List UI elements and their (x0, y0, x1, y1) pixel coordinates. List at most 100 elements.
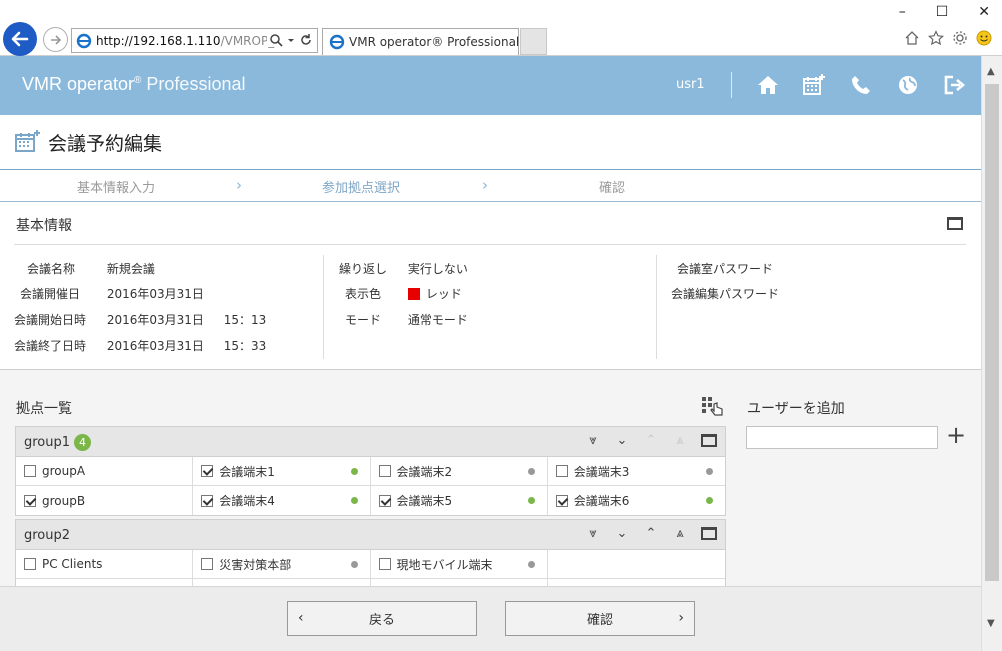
site-cell[interactable]: 現地モバイル端末 (371, 550, 548, 578)
browser-tab[interactable]: VMR operator® Professional × (322, 28, 530, 55)
site-cell[interactable]: 会議端末4 (193, 486, 371, 515)
checkbox[interactable] (555, 494, 568, 507)
chevron-down-icon[interactable]: ⌄ (613, 526, 631, 541)
checkbox[interactable] (201, 494, 214, 507)
smiley-icon[interactable] (976, 30, 992, 46)
site-cell[interactable]: PC Clients (16, 550, 194, 578)
globe-icon (899, 76, 917, 94)
ie-logo-icon (329, 34, 345, 50)
new-tab-button[interactable] (520, 28, 547, 55)
group-row: PC Clients 災害対策本部 現地モバイル端末 (16, 550, 725, 579)
call-button[interactable] (846, 70, 876, 100)
app-brand: VMR operator® Professional (22, 74, 245, 95)
browser-forward-button[interactable] (43, 27, 68, 52)
basic-info-panel: 基本情報 会議名称 新規会議 会議開催日 2016年03月31日 会議開始日時 … (0, 203, 981, 370)
status-dot (527, 561, 535, 568)
group-header[interactable]: group1 4 ⩔ ⌄ ⌃ ⩓ (16, 427, 725, 457)
vertical-scrollbar[interactable]: ▲ ▼ (981, 56, 1002, 651)
grid-select-icon[interactable] (701, 396, 723, 416)
step-chevron-icon: › (482, 176, 488, 194)
checkbox[interactable] (201, 465, 214, 477)
minimize-button[interactable]: – (899, 4, 906, 20)
status-dot (350, 561, 358, 568)
expand-all-icon[interactable]: ⩔ (584, 433, 602, 448)
basic-info-title: 基本情報 (16, 218, 72, 234)
browser-toolbar-icons (904, 30, 992, 46)
status-dot (350, 497, 358, 504)
user-name[interactable]: usr1 (676, 77, 705, 92)
checkbox[interactable] (201, 558, 214, 570)
site-cell[interactable]: 災害対策本部 (193, 550, 371, 578)
group-row: groupA 会議端末1 会議端末2 会議端末3 (16, 457, 725, 486)
group-panel-icon[interactable] (701, 527, 717, 540)
info-meeting-date: 会議開催日 2016年03月31日 (19, 287, 204, 301)
site-cell[interactable]: 会議端末6 (548, 486, 725, 515)
checkbox[interactable] (24, 494, 36, 507)
add-user-input[interactable] (746, 426, 938, 449)
gear-icon[interactable] (952, 30, 968, 46)
group-panel-icon[interactable] (701, 434, 717, 447)
status-dot (527, 468, 535, 475)
search-icon[interactable] (269, 33, 283, 47)
site-cell[interactable]: 会議端末2 (371, 457, 548, 485)
ie-logo-icon (76, 33, 92, 48)
checkbox[interactable] (378, 465, 391, 477)
site-cell[interactable]: 会議端末1 (193, 457, 371, 485)
refresh-icon[interactable] (299, 33, 313, 47)
expand-all-icon[interactable]: ⩔ (584, 526, 602, 541)
new-reservation-button[interactable] (799, 70, 829, 100)
site-cell[interactable]: 会議端末5 (371, 486, 548, 515)
back-button-label: 戻る (368, 613, 395, 628)
chevron-up-icon[interactable]: ⌃ (642, 526, 660, 541)
address-host: http://192.168.1.110 (96, 33, 221, 48)
checkbox[interactable] (555, 465, 568, 477)
checkbox[interactable] (378, 558, 391, 570)
maximize-button[interactable]: ☐ (936, 4, 949, 20)
site-cell[interactable]: 会議端末3 (548, 457, 725, 485)
info-repeat: 繰り返し 実行しない (339, 262, 468, 276)
info-meeting-end: 会議終了日時 2016年03月31日 15：33 (14, 339, 267, 353)
status-dot (706, 497, 713, 504)
footer-bar: ‹ 戻る 確認 › (0, 586, 981, 651)
info-mode: モード 通常モード (344, 313, 468, 327)
star-icon[interactable] (928, 30, 944, 46)
checkbox[interactable] (378, 494, 391, 507)
confirm-button[interactable]: 確認 › (505, 601, 695, 636)
app-header: VMR operator® Professional usr1 (0, 56, 981, 115)
column-divider (323, 255, 324, 359)
browser-back-button[interactable] (3, 22, 37, 56)
site-cell[interactable]: groupB (16, 486, 194, 515)
step-chevron-icon: › (236, 176, 242, 194)
globe-button[interactable] (893, 70, 923, 100)
site-cell[interactable]: groupA (16, 457, 194, 485)
scroll-up-icon[interactable]: ▲ (987, 66, 995, 77)
dropdown-caret-icon[interactable] (287, 33, 295, 47)
checkbox[interactable] (24, 465, 36, 477)
scroll-down-icon[interactable]: ▼ (987, 618, 995, 629)
group-name: group2 (24, 528, 71, 543)
home-outline-icon[interactable] (904, 30, 920, 46)
confirm-button-label: 確認 (586, 613, 613, 628)
chevron-up-icon[interactable]: ⌃ (642, 433, 660, 448)
wizard-stepper: 基本情報入力 › 参加拠点選択 › 確認 (0, 170, 981, 202)
collapse-all-icon[interactable]: ⩓ (671, 433, 689, 448)
chevron-down-icon[interactable]: ⌄ (613, 433, 631, 448)
home-button[interactable] (753, 70, 783, 100)
back-button[interactable]: ‹ 戻る (287, 601, 477, 636)
address-bar[interactable]: http://192.168.1.110/VMROP_De (71, 28, 318, 53)
status-dot (350, 468, 358, 475)
brand-name: VMR operator (22, 74, 135, 94)
collapse-all-icon[interactable]: ⩓ (671, 526, 689, 541)
close-window-button[interactable]: ✕ (978, 4, 990, 20)
group-header[interactable]: group2 ⩔ ⌄ ⌃ ⩓ (16, 520, 725, 550)
site-cell (193, 579, 371, 586)
chevron-left-icon: ‹ (298, 610, 304, 626)
scrollbar-thumb[interactable] (985, 84, 999, 581)
info-display-color: 表示色 レッド (344, 287, 462, 301)
panel-collapse-icon[interactable] (947, 217, 963, 230)
checkbox[interactable] (24, 558, 36, 570)
logout-button[interactable] (940, 70, 970, 100)
add-user-plus-icon[interactable]: + (946, 423, 966, 447)
step-confirm: 確認 (599, 181, 626, 196)
group-count-badge: 4 (74, 434, 91, 451)
